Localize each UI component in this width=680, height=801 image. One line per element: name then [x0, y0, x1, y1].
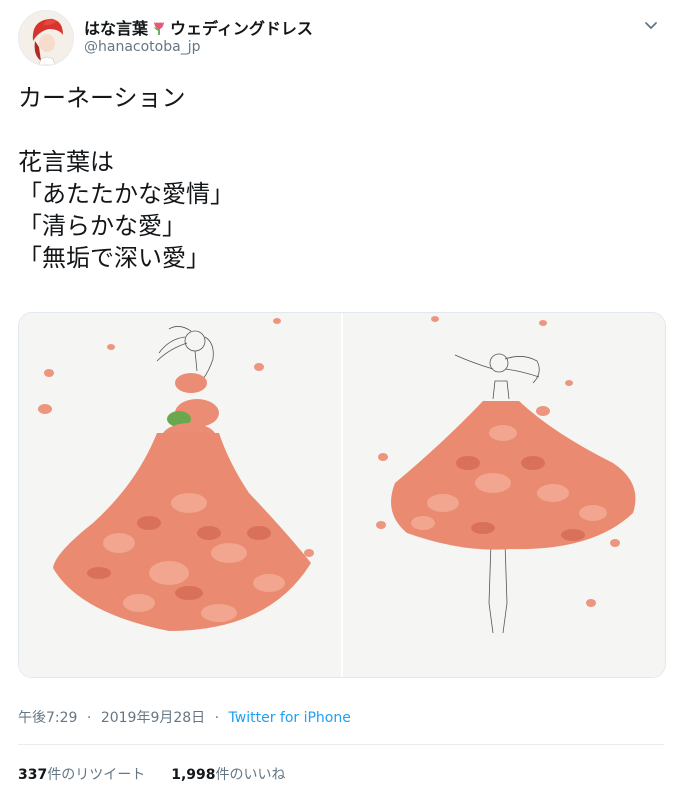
likes-stat[interactable]: 1,998件のいいね	[171, 764, 285, 784]
tweet-stats: 337件のリツイート 1,998件のいいね	[18, 764, 286, 784]
likes-count: 1,998	[171, 767, 216, 783]
avatar-illustration	[19, 11, 73, 65]
chevron-down-icon[interactable]	[642, 16, 660, 34]
photo-carnation-dress-2[interactable]	[343, 313, 665, 677]
tulip-icon	[150, 18, 168, 36]
meta-separator: ·	[86, 710, 92, 726]
media-container	[18, 312, 666, 678]
user-handle[interactable]: @hanacotoba_jp	[84, 39, 200, 55]
tweet-source-link[interactable]: Twitter for iPhone	[229, 710, 351, 726]
tweet-date[interactable]: 2019年9月28日	[101, 710, 205, 726]
photo-carnation-dress-1[interactable]	[19, 313, 341, 677]
retweets-label: 件のリツイート	[47, 767, 146, 783]
avatar[interactable]	[18, 10, 74, 66]
meta-separator: ·	[214, 710, 220, 726]
display-name[interactable]: はな言葉 ウェディングドレス	[84, 15, 313, 39]
retweets-count: 337	[18, 767, 48, 783]
likes-label: 件のいいね	[215, 767, 286, 783]
tweet-meta: 午後7:29 · 2019年9月28日 · Twitter for iPhone	[18, 707, 351, 727]
display-name-suffix: ウェディングドレス	[170, 19, 313, 38]
tweet: はな言葉 ウェディングドレス @hanacotoba_jp カーネーション 花言…	[0, 0, 680, 801]
retweets-stat[interactable]: 337件のリツイート	[18, 764, 145, 784]
display-name-text: はな言葉	[84, 19, 149, 38]
divider	[18, 744, 664, 745]
tweet-text: カーネーション 花言葉は 「あたたかな愛情」 「清らかな愛」 「無垢で深い愛」	[18, 84, 234, 272]
tweet-time[interactable]: 午後7:29	[18, 710, 77, 726]
